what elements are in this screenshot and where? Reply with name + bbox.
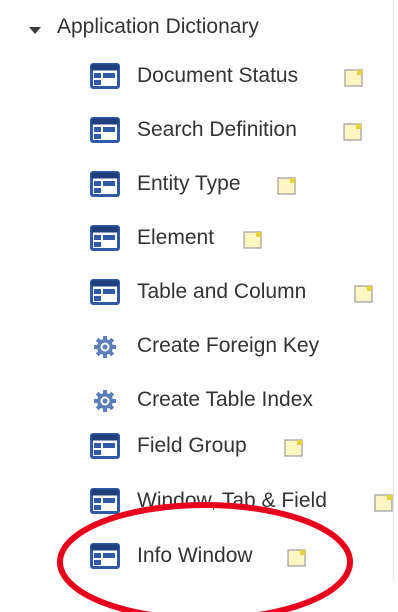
window-icon [90, 224, 120, 252]
window-icon [90, 542, 120, 570]
window-icon [90, 170, 120, 198]
tree-item-label: Info Window [137, 544, 253, 567]
tree-item-label: Document Status [137, 64, 299, 87]
favorite-icon[interactable] [243, 231, 262, 249]
favorite-icon[interactable] [354, 285, 373, 303]
tree-item-field-group[interactable]: Field Group [90, 425, 393, 465]
caret-down-icon[interactable] [29, 27, 41, 34]
tree-item-table-and-column[interactable]: Table and Column [90, 271, 393, 311]
tree-item-create-foreign-key[interactable]: Create Foreign Key [90, 325, 393, 365]
favorite-icon[interactable] [374, 494, 393, 512]
tree-item-label: Entity Type [137, 172, 241, 195]
process-gear-icon [90, 332, 120, 360]
tree-item-document-status[interactable]: Document Status [90, 55, 393, 95]
tree-item-label: Table and Column [137, 280, 307, 303]
tree-item-label: Create Foreign Key [137, 334, 320, 357]
tree-item-label: Field Group [137, 434, 247, 457]
favorite-icon[interactable] [287, 549, 306, 567]
tree-item-window-tab-field[interactable]: Window, Tab & Field [90, 480, 393, 520]
process-gear-icon [90, 386, 120, 414]
application-dictionary-tree: Application Dictionary Document Status S… [0, 0, 398, 612]
panel-divider [393, 0, 394, 580]
tree-item-label: Window, Tab & Field [137, 489, 327, 512]
tree-item-create-table-index[interactable]: Create Table Index [90, 379, 393, 419]
tree-item-info-window[interactable]: Info Window [90, 535, 393, 575]
window-icon [90, 62, 120, 90]
favorite-icon[interactable] [277, 177, 296, 195]
window-icon [90, 432, 120, 460]
tree-node-label: Application Dictionary [57, 15, 259, 38]
window-icon [90, 278, 120, 306]
tree-item-label: Element [137, 226, 215, 249]
tree-item-element[interactable]: Element [90, 217, 393, 257]
favorite-icon[interactable] [343, 123, 362, 141]
tree-item-entity-type[interactable]: Entity Type [90, 163, 393, 203]
window-icon [90, 116, 120, 144]
tree-item-search-definition[interactable]: Search Definition [90, 109, 393, 149]
tree-node-application-dictionary[interactable]: Application Dictionary [0, 10, 393, 48]
favorite-icon[interactable] [284, 439, 303, 457]
tree-item-label: Create Table Index [137, 388, 313, 411]
favorite-icon[interactable] [344, 69, 363, 87]
window-icon [90, 487, 120, 515]
tree-item-label: Search Definition [137, 118, 297, 141]
